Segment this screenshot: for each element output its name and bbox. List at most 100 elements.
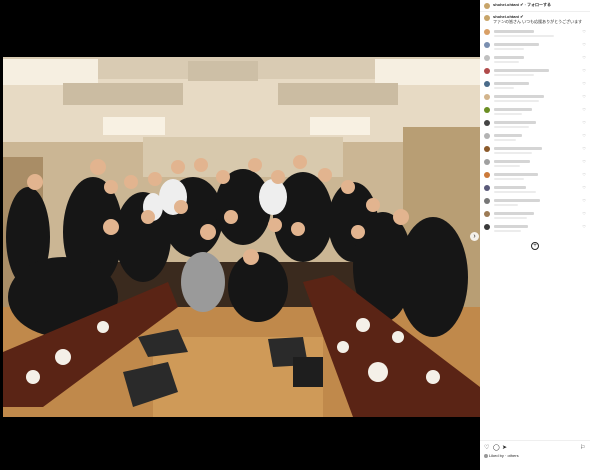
comment-like-icon[interactable]: ♡ xyxy=(582,120,586,125)
post-sidebar: shohei.ohtani ✔ · フォローする shohei.ohtani ✔… xyxy=(480,0,590,470)
comment-avatar[interactable] xyxy=(484,224,490,230)
comment-like-icon[interactable]: ♡ xyxy=(582,29,586,34)
comment-item: ♡ xyxy=(484,41,588,54)
comment-avatar[interactable] xyxy=(484,55,490,61)
comment-avatar[interactable] xyxy=(484,172,490,178)
comment-text-redacted xyxy=(494,95,544,98)
comment-avatar[interactable] xyxy=(484,107,490,113)
comment-meta-redacted xyxy=(494,204,518,206)
comment-text-redacted xyxy=(494,43,539,46)
comment-meta-redacted xyxy=(494,100,539,102)
comment-item: ♡ xyxy=(484,158,588,171)
comment-like-icon[interactable]: ♡ xyxy=(582,185,586,190)
comment-avatar[interactable] xyxy=(484,211,490,217)
comment-item: ♡ xyxy=(484,28,588,41)
comment-item: ♡ xyxy=(484,210,588,223)
heart-icon[interactable]: ♡ xyxy=(484,444,489,451)
comment-item: ♡ xyxy=(484,132,588,145)
comment-meta-redacted xyxy=(494,87,514,89)
comment-meta-redacted xyxy=(494,74,534,76)
comment-item: ♡ xyxy=(484,184,588,197)
comment-like-icon[interactable]: ♡ xyxy=(582,81,586,86)
comment-meta-redacted xyxy=(494,139,516,141)
comment-meta-redacted xyxy=(494,113,522,115)
comment-item: ♡ xyxy=(484,119,588,132)
comment-item: ♡ xyxy=(484,93,588,106)
comment-text-redacted xyxy=(494,82,529,85)
caption-avatar[interactable] xyxy=(484,15,490,21)
comment-like-icon[interactable]: ♡ xyxy=(582,68,586,73)
comment-meta-redacted xyxy=(494,61,519,63)
author-avatar[interactable] xyxy=(484,3,490,9)
comment-text-redacted xyxy=(494,108,532,111)
likes-summary[interactable]: Liked by · others xyxy=(484,453,519,458)
comment-item: ♡ xyxy=(484,223,588,236)
post-actions: ♡ ◯ ➤ ⚐ Liked by · others xyxy=(480,440,590,470)
comment-avatar[interactable] xyxy=(484,146,490,152)
comments-list: ♡ ♡ ♡ ♡ ♡ ♡ ♡ ♡ ♡ ♡ ♡ ♡ ♡ ♡ ♡ ♡ xyxy=(484,28,588,236)
comment-like-icon[interactable]: ♡ xyxy=(582,211,586,216)
comment-like-icon[interactable]: ♡ xyxy=(582,42,586,47)
comment-like-icon[interactable]: ♡ xyxy=(582,198,586,203)
comment-meta-redacted xyxy=(494,35,554,37)
comment-text-redacted xyxy=(494,147,542,150)
comment-like-icon[interactable]: ♡ xyxy=(582,94,586,99)
media-area: › xyxy=(0,0,480,470)
comment-text-redacted xyxy=(494,30,534,33)
comment-meta-redacted xyxy=(494,152,532,154)
comment-item: ♡ xyxy=(484,67,588,80)
share-icon[interactable]: ➤ xyxy=(502,444,507,451)
comment-avatar[interactable] xyxy=(484,120,490,126)
comment-like-icon[interactable]: ♡ xyxy=(582,133,586,138)
comment-avatar[interactable] xyxy=(484,94,490,100)
comment-item: ♡ xyxy=(484,171,588,184)
comment-item: ♡ xyxy=(484,80,588,93)
comment-item: ♡ xyxy=(484,106,588,119)
comment-text-redacted xyxy=(494,121,536,124)
comment-text-redacted xyxy=(494,212,534,215)
comment-text-redacted xyxy=(494,186,526,189)
comment-text-redacted xyxy=(494,199,540,202)
comment-meta-redacted xyxy=(494,191,536,193)
comment-like-icon[interactable]: ♡ xyxy=(582,55,586,60)
comment-avatar[interactable] xyxy=(484,42,490,48)
comment-text-redacted xyxy=(494,160,530,163)
comment-avatar[interactable] xyxy=(484,185,490,191)
comment-avatar[interactable] xyxy=(484,68,490,74)
comment-text-redacted xyxy=(494,56,524,59)
group-photo-image xyxy=(3,57,480,417)
bookmark-icon[interactable]: ⚐ xyxy=(580,444,585,451)
next-image-button[interactable]: › xyxy=(470,232,479,241)
comment-meta-redacted xyxy=(494,178,524,180)
comment-meta-redacted xyxy=(494,126,529,128)
comment-icon[interactable]: ◯ xyxy=(493,444,500,451)
load-more-comments-button[interactable]: + xyxy=(531,242,539,250)
comment-item: ♡ xyxy=(484,197,588,210)
comment-meta-redacted xyxy=(494,48,524,50)
likes-text: Liked by · others xyxy=(489,453,519,458)
comment-text-redacted xyxy=(494,173,538,176)
comment-like-icon[interactable]: ♡ xyxy=(582,146,586,151)
comment-meta-redacted xyxy=(494,230,521,232)
comment-text-redacted xyxy=(494,225,528,228)
comment-like-icon[interactable]: ♡ xyxy=(582,107,586,112)
comment-avatar[interactable] xyxy=(484,29,490,35)
caption-text: ファンの皆さん いつも応援ありがとうございます xyxy=(493,19,583,24)
comment-avatar[interactable] xyxy=(484,81,490,87)
comment-text-redacted xyxy=(494,134,522,137)
liker-avatar xyxy=(484,453,488,458)
post-header: shohei.ohtani ✔ · フォローする xyxy=(480,0,590,12)
comment-avatar[interactable] xyxy=(484,133,490,139)
comment-item: ♡ xyxy=(484,145,588,158)
comment-avatar[interactable] xyxy=(484,159,490,165)
comment-like-icon[interactable]: ♡ xyxy=(582,159,586,164)
comment-meta-redacted xyxy=(494,165,520,167)
comment-avatar[interactable] xyxy=(484,198,490,204)
comment-like-icon[interactable]: ♡ xyxy=(582,224,586,229)
post-photo[interactable] xyxy=(3,57,480,417)
comment-text-redacted xyxy=(494,69,549,72)
comment-item: ♡ xyxy=(484,54,588,67)
author-username[interactable]: shohei.ohtani ✔ · フォローする xyxy=(493,2,551,8)
comment-like-icon[interactable]: ♡ xyxy=(582,172,586,177)
comment-meta-redacted xyxy=(494,217,527,219)
